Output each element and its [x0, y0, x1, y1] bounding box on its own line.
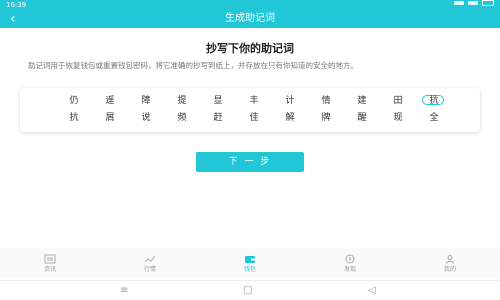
mnemonic-word-grid: 仍遥障提显丰计情建田抗抗屑说频赶佳解牌醒现全: [56, 95, 452, 124]
status-bar: 16:39: [0, 0, 500, 10]
tab-label: 行情: [143, 265, 156, 273]
tab-market[interactable]: 行情: [120, 254, 180, 273]
tab-news[interactable]: 资讯: [20, 254, 80, 273]
mnemonic-heading: 抄写下你的助记词: [206, 42, 294, 55]
mnemonic-word: 抗: [429, 96, 439, 106]
mnemonic-word: 提: [177, 96, 187, 106]
discover-icon: [344, 254, 356, 264]
mnemonic-word: 说: [141, 113, 151, 123]
back-nav-icon[interactable]: ◁: [368, 285, 376, 297]
market-icon: [144, 254, 156, 264]
news-icon: [44, 254, 56, 264]
signal-icon: [454, 1, 464, 5]
tab-label: 我的: [443, 265, 456, 273]
mnemonic-word: 佳: [249, 113, 259, 123]
mnemonic-word: 频: [177, 113, 187, 123]
mnemonic-word: 显: [213, 96, 223, 106]
home-icon[interactable]: □: [243, 285, 252, 297]
mnemonic-word: 田: [393, 96, 403, 106]
mnemonic-word: 屑: [105, 113, 115, 123]
mnemonic-word: 解: [285, 113, 295, 123]
tab-label: 发现: [343, 265, 356, 273]
nav-bar: ‹ 生成助记词: [0, 10, 500, 28]
system-nav-bar: ≡ □ ◁: [0, 280, 500, 300]
mnemonic-word: 赶: [213, 113, 223, 123]
status-time: 16:39: [6, 1, 27, 9]
tab-discover[interactable]: 发现: [320, 254, 380, 273]
wallet-icon: [244, 254, 256, 264]
next-step-button[interactable]: 下 一 步: [196, 152, 304, 172]
mnemonic-card: 仍遥障提显丰计情建田抗抗屑说频赶佳解牌醒现全: [20, 88, 480, 132]
page-title: 生成助记词: [225, 13, 275, 24]
mnemonic-word: 仍: [69, 96, 79, 106]
battery-icon: [482, 0, 494, 6]
bottom-tab-bar: 资讯 行情 钱包 发现 我的: [0, 248, 500, 278]
tab-label: 资讯: [43, 265, 56, 273]
mnemonic-word: 遥: [105, 96, 115, 106]
mnemonic-word: 全: [429, 113, 439, 123]
tab-wallet[interactable]: 钱包: [220, 254, 280, 273]
tab-profile[interactable]: 我的: [420, 254, 480, 273]
status-indicators: [454, 0, 494, 6]
menu-icon[interactable]: ≡: [120, 285, 128, 297]
mnemonic-description: 助记词用于恢复钱包或重置钱包密码，将它准确的抄写到纸上，并存放在只有你知道的安全…: [28, 61, 358, 70]
tab-label: 钱包: [243, 265, 256, 273]
mnemonic-word: 丰: [249, 96, 259, 106]
mnemonic-word: 醒: [357, 113, 367, 123]
mnemonic-word: 建: [357, 96, 367, 106]
mnemonic-word: 障: [141, 96, 151, 106]
mnemonic-word: 牌: [321, 113, 331, 123]
mnemonic-word: 计: [285, 96, 295, 106]
mnemonic-word: 抗: [69, 113, 79, 123]
network-icon: [468, 1, 478, 5]
mnemonic-word: 情: [321, 96, 331, 106]
mnemonic-word: 现: [393, 113, 403, 123]
profile-icon: [444, 254, 456, 264]
